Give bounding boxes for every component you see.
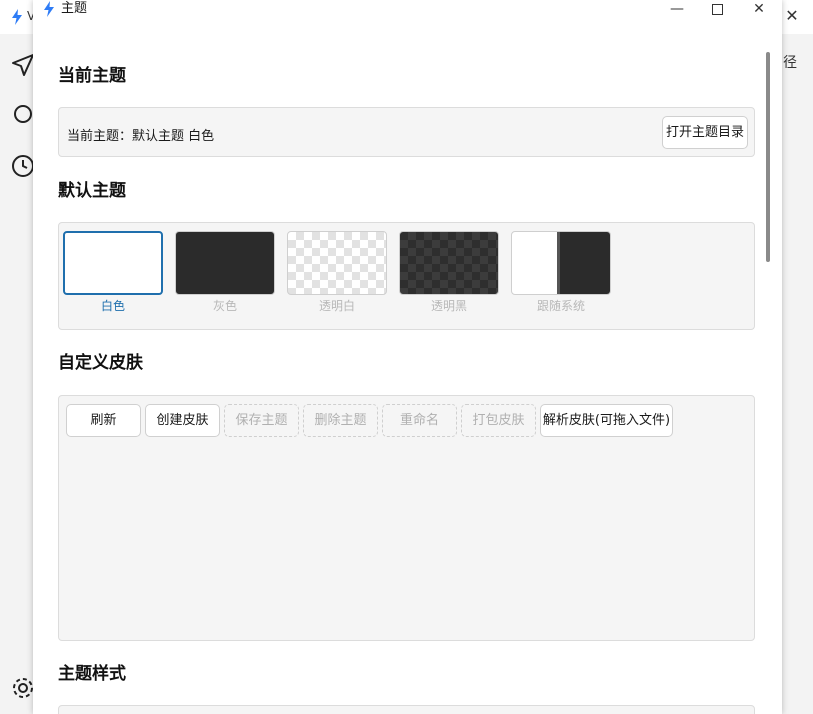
theme-label-transparent-black: 透明黑 (430, 299, 467, 313)
current-theme-heading: 当前主题 (58, 66, 126, 86)
delete-theme-button[interactable]: 删除主题 (303, 404, 378, 437)
create-skin-button[interactable]: 创建皮肤 (145, 404, 220, 437)
theme-style-heading: 主题样式 (58, 664, 126, 684)
rename-button[interactable]: 重命名 (382, 404, 457, 437)
pack-skin-button[interactable]: 打包皮肤 (461, 404, 536, 437)
refresh-button[interactable]: 刷新 (66, 404, 141, 437)
theme-swatch-gray[interactable] (175, 231, 275, 295)
theme-label-follow-system: 跟随系统 (536, 299, 585, 313)
maximize-icon (711, 4, 723, 15)
default-theme-panel: 白色 灰色 透明白 透明黑 跟随系统 (58, 222, 755, 330)
theme-swatch-follow-system[interactable] (511, 231, 611, 295)
lightning-bolt-icon (44, 1, 54, 17)
open-theme-directory-button[interactable]: 打开主题目录 (662, 116, 748, 149)
close-button[interactable]: ✕ (739, 0, 779, 20)
current-theme-label: 当前主题：默认主题 白色 (67, 129, 215, 144)
theme-label-white: 白色 (100, 299, 125, 313)
background-text-fragment: 径 (783, 55, 797, 71)
theme-swatch-transparent-white[interactable] (287, 231, 387, 295)
background-close-icon[interactable]: ✕ (782, 6, 802, 26)
theme-label-gray: 灰色 (212, 299, 237, 313)
theme-label-transparent-white: 透明白 (318, 299, 355, 313)
current-theme-panel: 当前主题：默认主题 白色 打开主题目录 (58, 107, 755, 157)
theme-style-panel (58, 705, 755, 714)
save-theme-button[interactable]: 保存主题 (224, 404, 299, 437)
system-dark-half (557, 232, 610, 294)
maximize-button[interactable] (697, 0, 737, 20)
custom-skin-heading: 自定义皮肤 (58, 353, 143, 373)
minimize-button[interactable]: — (657, 0, 697, 20)
theme-swatch-white[interactable] (63, 231, 163, 295)
default-theme-heading: 默认主题 (58, 181, 126, 201)
lightning-bolt-icon (12, 9, 22, 25)
theme-swatch-transparent-black[interactable] (399, 231, 499, 295)
dialog-title: 主题 (61, 1, 88, 16)
dialog-titlebar[interactable]: 主题 — ✕ (33, 0, 782, 22)
theme-dialog: 主题 — ✕ 当前主题 当前主题：默认主题 白色 打开主题目录 默认主题 白色 … (33, 0, 782, 714)
parse-skin-button[interactable]: 解析皮肤(可拖入文件) (540, 404, 673, 437)
vertical-scrollbar[interactable] (766, 52, 770, 262)
custom-skin-panel: 刷新 创建皮肤 保存主题 删除主题 重命名 打包皮肤 解析皮肤(可拖入文件) (58, 395, 755, 641)
